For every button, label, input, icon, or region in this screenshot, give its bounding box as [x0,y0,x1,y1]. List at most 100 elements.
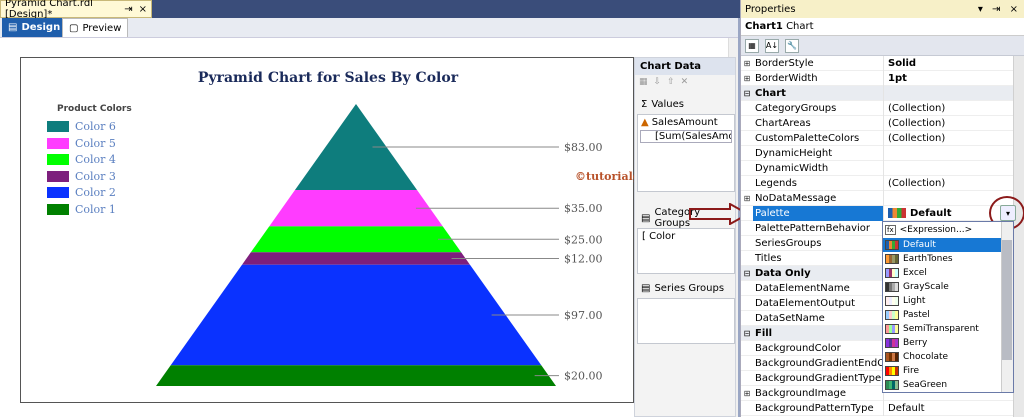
pyramid-segment[interactable] [242,252,470,265]
object-selector[interactable]: Chart1 Chart [741,18,1024,36]
pyramid-segment[interactable] [156,365,556,386]
property-row[interactable]: ⊞ BorderStyle Solid [741,55,1013,71]
property-value[interactable]: Default [884,207,952,219]
properties-scrollbar[interactable] [1013,56,1024,417]
property-name: BackgroundPatternType [753,400,884,416]
delete-icon[interactable]: ✕ [681,77,695,87]
palette-dropdown-button[interactable]: ▾ [1000,205,1016,221]
palette-option[interactable]: Excel [883,266,1001,280]
expand-toggle-icon[interactable]: ⊞ [741,59,753,68]
category-icon: ▤ [641,212,651,224]
property-row[interactable]: DynamicWidth [741,160,1013,176]
legend-item: Color 4 [47,153,116,166]
expression-option[interactable]: fx <Expression...> [883,223,1001,237]
property-value[interactable]: (Collection) [884,178,945,189]
property-name: ChartAreas [753,115,884,131]
down-icon[interactable]: ⇩ [654,77,668,87]
palette-option-label: Light [903,296,926,306]
category-item[interactable]: [ Color [638,229,734,244]
palette-option[interactable]: Fire [883,364,1001,378]
palette-dropdown-list[interactable]: fx <Expression...> Default EarthTones Exce… [882,221,1014,393]
palette-option[interactable]: Pastel [883,308,1001,322]
pyramid-segment[interactable] [250,226,462,253]
property-row[interactable]: DynamicHeight [741,145,1013,161]
values-box[interactable]: ▲ SalesAmount [Sum(SalesAmount)] [637,114,735,192]
expand-toggle-icon[interactable]: ⊟ [741,269,753,278]
property-value[interactable]: (Collection) [884,118,945,129]
property-name: DataSetName [753,310,884,326]
property-value[interactable]: (Collection) [884,133,945,144]
property-row[interactable]: ChartAreas (Collection) [741,115,1013,131]
palette-option[interactable]: Chocolate [883,350,1001,364]
property-row[interactable]: BackgroundPatternType Default [741,400,1013,416]
expand-toggle-icon[interactable]: ⊞ [741,389,753,398]
property-row[interactable]: Legends (Collection) [741,175,1013,191]
tab-design[interactable]: ▤ Design [2,18,67,37]
chart-title: Pyramid Chart for Sales By Color [197,70,459,86]
palette-option[interactable]: EarthTones [883,252,1001,266]
legend-label: Color 3 [75,169,116,183]
property-row[interactable]: ⊞ BorderWidth 1pt [741,70,1013,86]
property-name: BackgroundImage [753,385,884,401]
palette-option[interactable]: Berry [883,336,1001,350]
property-name: BorderWidth [753,70,884,86]
add-icon[interactable]: ▦ [639,77,654,87]
up-icon[interactable]: ⇧ [667,77,681,87]
property-name: BackgroundColor [753,340,884,356]
chart-data-toolbar: ▦⇩⇧✕ [639,77,694,87]
legend-label: Color 6 [75,120,116,133]
pyramid-segment[interactable] [170,264,542,366]
property-row[interactable]: Palette Default [741,205,1013,221]
close-icon[interactable]: × [139,4,147,15]
property-value[interactable]: Default [884,403,925,414]
property-row[interactable]: CustomPaletteColors (Collection) [741,130,1013,146]
expression-label: <Expression...> [899,225,973,235]
palette-option[interactable]: Default [883,238,1001,252]
palette-option[interactable]: Light [883,294,1001,308]
property-row[interactable]: ⊞ NoDataMessage [741,190,1013,206]
palette-option-label: SemiTransparent [903,324,979,334]
pyramid-chart[interactable]: $83.00 $35.00 $25.00 $12.00 $97.00 $20.00 Pyr… [20,57,706,403]
series-groups-section: ▤ Series Groups [637,280,735,296]
pin-icon[interactable]: ⇥ [124,4,132,15]
category-groups-box[interactable]: [ Color [637,228,735,274]
property-name: Titles [753,250,884,266]
alphabetical-icon[interactable]: A↓ [765,38,779,53]
values-expression[interactable]: [Sum(SalesAmount)] [640,130,732,143]
tab-design-label: Design [21,22,61,33]
property-name: NoDataMessage [753,190,884,206]
tab-preview[interactable]: ▢ Preview [62,18,129,37]
palette-option[interactable]: SeaGreen [883,378,1001,392]
document-tab[interactable]: Pyramid Chart.rdl [Design]* ⇥ × [0,0,152,20]
legend-label: Color 4 [75,153,116,166]
panel-controls[interactable]: ▾ ⇥ × [978,4,1021,15]
legend-label: Color 2 [75,186,116,199]
property-pages-icon[interactable]: 🔧 [785,38,799,53]
palette-option[interactable]: SemiTransparent [883,322,1001,336]
palette-swatch [885,296,899,306]
legend-swatch [47,203,69,215]
palette-option-label: Chocolate [903,352,949,362]
data-label: $12.00 [564,252,603,265]
property-name: Legends [753,175,884,191]
property-value[interactable]: 1pt [884,73,907,84]
expand-toggle-icon[interactable]: ⊞ [741,74,753,83]
expand-toggle-icon[interactable]: ⊞ [741,194,753,203]
legend-item: Color 1 [47,203,116,216]
palette-option[interactable]: GrayScale [883,280,1001,294]
property-value[interactable]: Solid [884,58,916,69]
expand-toggle-icon[interactable]: ⊟ [741,89,753,98]
property-row[interactable]: ⊟ Chart [741,85,1013,101]
property-value[interactable]: (Collection) [884,103,945,114]
legend-item: Color 6 [47,120,116,133]
property-name: DynamicWidth [753,160,884,176]
values-field-row[interactable]: ▲ SalesAmount [638,115,734,130]
categorized-icon[interactable]: ▦ [745,38,759,53]
property-name: Palette [753,205,884,221]
property-name: DynamicHeight [753,145,884,161]
dropdown-scroll-thumb[interactable] [1002,240,1012,360]
expand-toggle-icon[interactable]: ⊟ [741,329,753,338]
property-row[interactable]: CategoryGroups (Collection) [741,100,1013,116]
series-groups-box[interactable] [637,298,735,344]
property-name: Fill [753,325,884,341]
